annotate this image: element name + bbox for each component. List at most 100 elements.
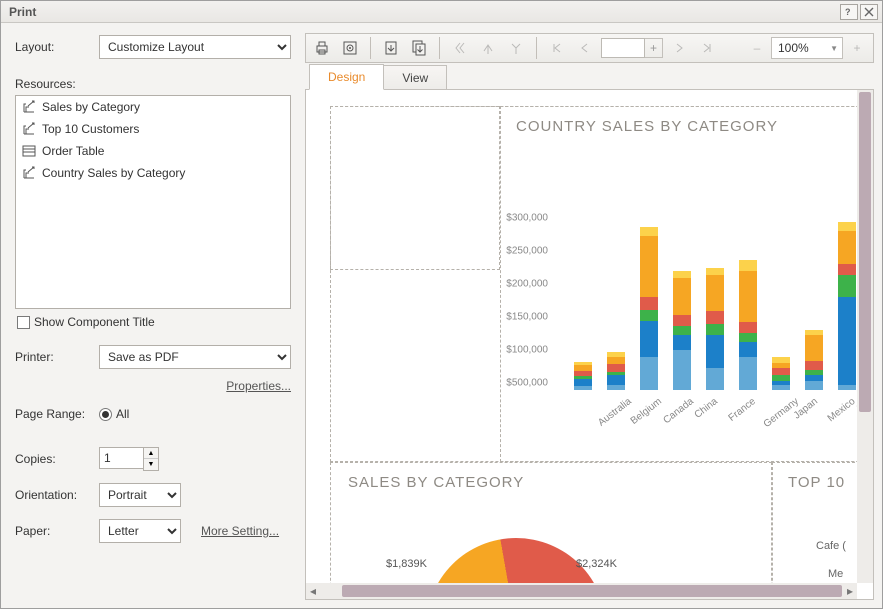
list-item-label: Order Table [42, 144, 104, 158]
bar [838, 222, 856, 390]
y-tick: $500,000 [506, 378, 554, 389]
chart-icon [22, 122, 36, 136]
merge-up-icon [481, 41, 495, 55]
zoom-value: 100% [778, 41, 809, 55]
left-pane: Layout: Customize Layout Resources: Sale… [1, 23, 301, 608]
bar [574, 362, 592, 390]
list-item-label: Top 10 Customers [42, 122, 139, 136]
y-tick: $300,000 [506, 213, 554, 224]
y-tick: $200,000 [506, 279, 554, 290]
bar [673, 271, 691, 390]
page-number-input[interactable] [601, 38, 645, 58]
bar [607, 352, 625, 390]
panel-title-country-sales: COUNTRY SALES BY CATEGORY [516, 118, 778, 135]
prev-page-icon [579, 42, 591, 54]
list-item[interactable]: Country Sales by Category [16, 162, 290, 184]
copies-label: Copies: [15, 452, 99, 466]
zoom-out-button: – [745, 36, 769, 60]
page-setup-button[interactable] [338, 36, 362, 60]
first-page-button [545, 36, 569, 60]
titlebar: Print ? [1, 1, 882, 23]
more-settings-link[interactable]: More Setting... [201, 524, 279, 538]
paper-select[interactable]: Letter [99, 519, 181, 543]
bar [640, 227, 658, 390]
help-icon: ? [844, 7, 854, 17]
preview-text: Cafe ( [816, 540, 846, 552]
merge-left-icon [453, 41, 467, 55]
chart-icon [22, 166, 36, 180]
nav-branch-button [504, 36, 528, 60]
horizontal-scroll-thumb[interactable] [342, 585, 842, 597]
first-page-icon [551, 42, 563, 54]
split-icon [509, 41, 523, 55]
copies-down-button[interactable]: ▼ [144, 459, 158, 470]
pie-label: $2,324K [576, 558, 617, 570]
scroll-right-button[interactable]: ▸ [843, 584, 857, 598]
print-button[interactable] [310, 36, 334, 60]
y-tick: $100,000 [506, 345, 554, 356]
preview-tabs: Design View [305, 62, 874, 90]
resources-list[interactable]: Sales by Category Top 10 Customers Order… [15, 95, 291, 309]
next-page-button [667, 36, 691, 60]
paper-label: Paper: [15, 524, 99, 538]
orientation-label: Orientation: [15, 488, 99, 502]
zoom-select[interactable]: 100% ▼ [771, 37, 843, 59]
scroll-left-button[interactable]: ◂ [306, 584, 320, 598]
y-tick: $250,000 [506, 246, 554, 257]
help-button[interactable]: ? [840, 4, 858, 20]
resources-label: Resources: [15, 77, 291, 91]
tab-design[interactable]: Design [309, 64, 384, 90]
show-component-title-label: Show Component Title [34, 315, 155, 329]
preview-page[interactable]: COUNTRY SALES BY CATEGORY $300,000 $250,… [306, 90, 873, 599]
chevron-down-icon: ▼ [830, 44, 842, 53]
list-item[interactable]: Top 10 Customers [16, 118, 290, 140]
page-plus-indicator: + [645, 38, 663, 58]
right-pane: + – 100% ▼ + Design View [301, 23, 882, 608]
y-tick: $150,000 [506, 312, 554, 323]
export-button[interactable] [379, 36, 403, 60]
page-range-label: Page Range: [15, 407, 99, 421]
nav-prev-button [448, 36, 472, 60]
gear-page-icon [342, 40, 358, 56]
export-all-icon [411, 40, 427, 56]
copies-input[interactable] [99, 447, 143, 469]
vertical-scroll-thumb[interactable] [859, 92, 871, 412]
print-dialog: Print ? Layout: Customize Layout Resourc… [0, 0, 883, 609]
printer-properties-link[interactable]: Properties... [226, 379, 291, 393]
orientation-select[interactable]: Portrait [99, 483, 181, 507]
layout-select[interactable]: Customize Layout [99, 35, 291, 59]
list-item[interactable]: Sales by Category [16, 96, 290, 118]
tab-view[interactable]: View [383, 65, 447, 90]
printer-select[interactable]: Save as PDF [99, 345, 291, 369]
preview-toolbar: + – 100% ▼ + [305, 33, 874, 63]
layout-label: Layout: [15, 40, 99, 54]
close-icon [864, 7, 874, 17]
zoom-in-button: + [845, 36, 869, 60]
close-button[interactable] [860, 4, 878, 20]
list-item-label: Sales by Category [42, 100, 140, 114]
export-icon [383, 40, 399, 56]
prev-page-button [573, 36, 597, 60]
nav-up-button [476, 36, 500, 60]
bar [805, 330, 823, 390]
last-page-button [695, 36, 719, 60]
show-component-title-checkbox[interactable] [17, 316, 30, 329]
next-page-icon [673, 42, 685, 54]
bar [772, 357, 790, 390]
window-title: Print [9, 5, 36, 19]
svg-text:?: ? [845, 7, 851, 17]
page-range-all-radio[interactable] [99, 408, 112, 421]
panel-title-sales-by-category: SALES BY CATEGORY [348, 474, 524, 491]
page-range-all-label: All [116, 407, 129, 421]
panel-title-top10: TOP 10 [788, 474, 845, 491]
pie-label: $1,839K [386, 558, 427, 570]
preview-canvas: COUNTRY SALES BY CATEGORY $300,000 $250,… [305, 89, 874, 600]
horizontal-scrollbar[interactable]: ◂ ▸ [306, 583, 857, 599]
table-icon [22, 144, 36, 158]
list-item[interactable]: Order Table [16, 140, 290, 162]
x-tick: China [693, 396, 720, 421]
printer-icon [314, 40, 330, 56]
vertical-scrollbar[interactable] [857, 90, 873, 583]
copies-up-button[interactable]: ▲ [144, 448, 158, 459]
export-all-button[interactable] [407, 36, 431, 60]
